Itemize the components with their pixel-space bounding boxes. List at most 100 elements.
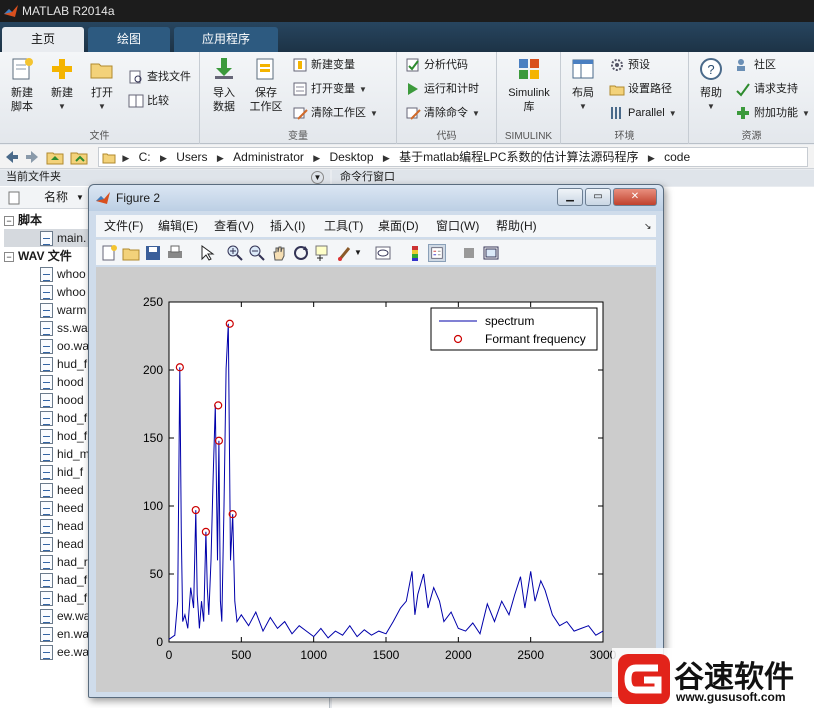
clear-commands-button[interactable]: 清除命令 ▼: [405, 104, 480, 124]
colorbar-icon[interactable]: [406, 244, 424, 262]
menu-insert[interactable]: 插入(I): [270, 215, 305, 237]
data-cursor-icon[interactable]: [314, 244, 332, 262]
zoom-out-icon[interactable]: [248, 244, 266, 262]
help-button[interactable]: ? 帮助 ▼: [695, 56, 727, 114]
breadcrumb-administrator[interactable]: Administrator: [233, 150, 304, 164]
show-plot-tools-icon[interactable]: [482, 244, 500, 262]
file-list-item[interactable]: hood: [40, 391, 84, 409]
file-list-item[interactable]: head: [40, 535, 84, 553]
maximize-button[interactable]: ▭: [585, 188, 611, 206]
brush-icon[interactable]: [336, 244, 354, 262]
menu-tools[interactable]: 工具(T): [324, 215, 363, 237]
open-button[interactable]: 打开 ▼: [84, 56, 120, 114]
file-list-item[interactable]: heed: [40, 499, 84, 517]
tab-home[interactable]: 主页: [2, 27, 84, 52]
breadcrumb-users[interactable]: Users: [176, 150, 207, 164]
file-list-item[interactable]: ew.wa: [40, 607, 90, 625]
back-arrow-icon[interactable]: [4, 149, 20, 165]
simulink-library-button[interactable]: Simulink 库: [503, 56, 555, 114]
new-button[interactable]: 新建 ▼: [44, 56, 80, 114]
tree-section-wav[interactable]: − WAV 文件: [4, 247, 72, 264]
file-icon: [40, 375, 53, 391]
tab-apps[interactable]: 应用程序: [174, 27, 278, 52]
menu-window[interactable]: 窗口(W): [436, 215, 479, 237]
file-list-item[interactable]: whoo: [40, 283, 86, 301]
file-list-item[interactable]: hud_f: [40, 355, 87, 373]
save-icon[interactable]: [144, 244, 162, 262]
breadcrumb-drive[interactable]: C:: [139, 150, 151, 164]
figure-titlebar[interactable]: Figure 2 ▁ ▭ ✕: [89, 185, 663, 211]
forward-arrow-icon[interactable]: [24, 149, 40, 165]
file-list-item[interactable]: hid_m: [40, 445, 90, 463]
save-workspace-button[interactable]: 保存 工作区: [246, 56, 286, 114]
menu-desktop[interactable]: 桌面(D): [378, 215, 419, 237]
clear-workspace-button[interactable]: 清除工作区 ▼: [292, 104, 378, 124]
sort-caret-icon[interactable]: ▼: [76, 187, 84, 208]
print-icon[interactable]: [166, 244, 184, 262]
minimize-button[interactable]: ▁: [557, 188, 583, 206]
file-list-item[interactable]: hid_f: [40, 463, 83, 481]
menu-edit[interactable]: 编辑(E): [158, 215, 198, 237]
preferences-button[interactable]: 预设: [609, 56, 650, 76]
file-name: head: [57, 537, 84, 551]
file-list-item[interactable]: head: [40, 517, 84, 535]
file-list-item[interactable]: had_f: [40, 571, 87, 589]
tree-section-scripts[interactable]: − 脚本: [4, 211, 42, 228]
new-figure-icon[interactable]: [100, 244, 118, 262]
collapse-toggle-icon[interactable]: −: [4, 252, 14, 262]
layout-button[interactable]: 布局 ▼: [565, 56, 601, 114]
file-list-item[interactable]: oo.wa: [40, 337, 89, 355]
request-support-button[interactable]: 请求支持: [735, 80, 798, 100]
breadcrumb-code[interactable]: code: [664, 150, 690, 164]
open-file-icon[interactable]: [122, 244, 140, 262]
add-ons-button[interactable]: 附加功能 ▼: [735, 104, 810, 124]
tab-plots[interactable]: 绘图: [88, 27, 170, 52]
hide-plot-tools-icon[interactable]: [460, 244, 478, 262]
file-list-item[interactable]: whoo: [40, 265, 86, 283]
breadcrumb-separator-icon: ▶: [216, 153, 224, 163]
analyze-code-button[interactable]: 分析代码: [405, 56, 468, 76]
file-list-item[interactable]: hod_f: [40, 427, 87, 445]
name-column-header[interactable]: 名称: [44, 187, 68, 208]
breadcrumb-project-folder[interactable]: 基于matlab编程LPC系数的估计算法源码程序: [399, 150, 638, 164]
file-list-item[interactable]: had_r: [40, 553, 88, 571]
new-variable-button[interactable]: 新建变量: [292, 56, 355, 76]
file-list-item[interactable]: en.wa: [40, 625, 89, 643]
menu-file[interactable]: 文件(F): [104, 215, 143, 237]
close-button[interactable]: ✕: [613, 188, 657, 206]
set-path-button[interactable]: 设置路径: [609, 80, 672, 100]
collapse-toggle-icon[interactable]: −: [4, 216, 14, 226]
panel-actions-icon[interactable]: ▼: [311, 171, 324, 184]
menu-view[interactable]: 查看(V): [214, 215, 254, 237]
browse-folder-icon[interactable]: [70, 149, 88, 165]
parallel-button[interactable]: Parallel ▼: [609, 104, 677, 124]
import-data-button[interactable]: 导入 数据: [206, 56, 242, 114]
compare-button[interactable]: 比较: [128, 92, 169, 112]
file-list-item[interactable]: ss.wa: [40, 319, 88, 337]
open-variable-button[interactable]: 打开变量 ▼: [292, 80, 367, 100]
find-files-button[interactable]: 查找文件: [128, 68, 191, 88]
file-list-item[interactable]: ee.wa: [40, 643, 89, 661]
new-script-button[interactable]: 新建 脚本: [4, 56, 40, 114]
breadcrumb-desktop[interactable]: Desktop: [329, 150, 373, 164]
link-plot-icon[interactable]: [374, 244, 392, 262]
file-list-item[interactable]: had_f: [40, 589, 87, 607]
file-list-item[interactable]: heed: [40, 481, 84, 499]
menu-dock-arrow-icon[interactable]: ↘: [644, 215, 652, 237]
file-list-item[interactable]: hood: [40, 373, 84, 391]
run-and-time-button[interactable]: 运行和计时: [405, 80, 479, 100]
menu-help[interactable]: 帮助(H): [496, 215, 537, 237]
spectrum-plot[interactable]: 0 500 1000 1500 2000 2500 3000050100150200250s…: [96, 267, 656, 692]
pan-hand-icon[interactable]: [270, 244, 288, 262]
select-arrow-icon[interactable]: [198, 244, 216, 262]
community-button[interactable]: 社区: [735, 56, 776, 76]
file-list-item[interactable]: hod_f: [40, 409, 87, 427]
legend-icon[interactable]: [428, 244, 446, 262]
file-list-item[interactable]: warm: [40, 301, 86, 319]
up-folder-icon[interactable]: [46, 149, 64, 165]
brush-dropdown-icon[interactable]: ▼: [354, 244, 362, 262]
breadcrumb[interactable]: ▶ C: ▶ Users ▶ Administrator ▶ Desktop ▶…: [98, 147, 808, 167]
file-name: had_f: [57, 591, 88, 605]
zoom-in-icon[interactable]: [226, 244, 244, 262]
rotate-3d-icon[interactable]: [292, 244, 310, 262]
